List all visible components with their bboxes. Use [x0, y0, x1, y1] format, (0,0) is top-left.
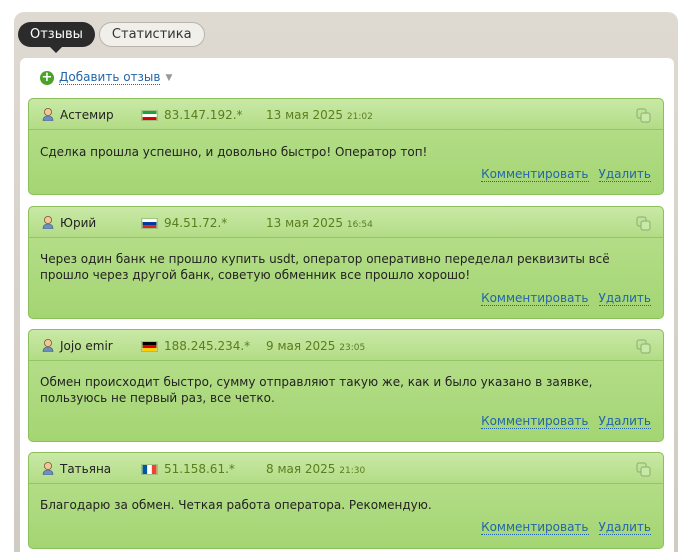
reviewer-name: Астемир	[60, 108, 114, 122]
user-icon	[42, 108, 54, 121]
review-header: Астемир 83.147.192.* 13 мая 2025 21:02	[29, 99, 663, 130]
user-icon	[42, 216, 54, 229]
reviewer-ip: 51.158.61.*	[164, 462, 235, 476]
copy-icon[interactable]	[636, 216, 651, 231]
add-review-row[interactable]: + Добавить отзыв ▼	[40, 70, 172, 85]
review-header: Jojo emir 188.245.234.* 9 мая 2025 23:05	[29, 330, 663, 361]
review-card: Юрий 94.51.72.* 13 мая 2025 16:54 Через …	[28, 206, 664, 319]
delete-link[interactable]: Удалить	[598, 167, 651, 182]
copy-icon[interactable]	[636, 462, 651, 477]
review-header: Татьяна 51.158.61.* 8 мая 2025 21:30	[29, 453, 663, 484]
review-date: 13 мая 2025 16:54	[266, 216, 373, 230]
tab-statistics[interactable]: Статистика	[98, 22, 205, 47]
reviewer-name: Юрий	[60, 216, 97, 230]
review-text: Через один банк не прошло купить usdt, о…	[40, 252, 610, 282]
user-icon	[42, 339, 54, 352]
flag-germany-icon	[141, 341, 158, 352]
review-card: Jojo emir 188.245.234.* 9 мая 2025 23:05…	[28, 329, 664, 442]
flag-france-icon	[141, 464, 158, 475]
copy-icon[interactable]	[636, 108, 651, 123]
chevron-down-icon[interactable]: ▼	[165, 73, 172, 83]
review-actions: Комментировать Удалить	[481, 291, 651, 306]
comment-link[interactable]: Комментировать	[481, 520, 589, 535]
comment-link[interactable]: Комментировать	[481, 167, 589, 182]
review-card: Астемир 83.147.192.* 13 мая 2025 21:02 С…	[28, 98, 664, 195]
review-date: 9 мая 2025 23:05	[266, 339, 366, 353]
comment-link[interactable]: Комментировать	[481, 291, 589, 306]
review-header: Юрий 94.51.72.* 13 мая 2025 16:54	[29, 207, 663, 238]
review-card: Татьяна 51.158.61.* 8 мая 2025 21:30 Бла…	[28, 452, 664, 549]
delete-link[interactable]: Удалить	[598, 291, 651, 306]
reviewer-ip: 188.245.234.*	[164, 339, 251, 353]
review-actions: Комментировать Удалить	[481, 414, 651, 429]
reviewer-name: Татьяна	[60, 462, 112, 476]
delete-link[interactable]: Удалить	[598, 414, 651, 429]
comment-link[interactable]: Комментировать	[481, 414, 589, 429]
flag-russia-icon	[141, 218, 158, 229]
review-actions: Комментировать Удалить	[481, 520, 651, 535]
reviewer-ip: 94.51.72.*	[164, 216, 228, 230]
user-icon	[42, 462, 54, 475]
reviewer-name: Jojo emir	[60, 339, 113, 353]
review-date: 13 мая 2025 21:02	[266, 108, 373, 122]
plus-circle-icon[interactable]: +	[40, 70, 54, 85]
reviewer-ip: 83.147.192.*	[164, 108, 243, 122]
review-text: Сделка прошла успешно, и довольно быстро…	[40, 145, 428, 159]
tab-bar: Отзывы Статистика	[18, 22, 205, 53]
review-date: 8 мая 2025 21:30	[266, 462, 366, 476]
tab-reviews[interactable]: Отзывы	[18, 22, 95, 53]
flag-iran-icon	[141, 110, 158, 121]
copy-icon[interactable]	[636, 339, 651, 354]
add-review-link[interactable]: Добавить отзыв	[59, 70, 161, 85]
review-text: Благодарю за обмен. Четкая работа операт…	[40, 498, 432, 512]
review-actions: Комментировать Удалить	[481, 167, 651, 182]
delete-link[interactable]: Удалить	[598, 520, 651, 535]
review-text: Обмен происходит быстро, сумму отправляю…	[40, 375, 593, 405]
